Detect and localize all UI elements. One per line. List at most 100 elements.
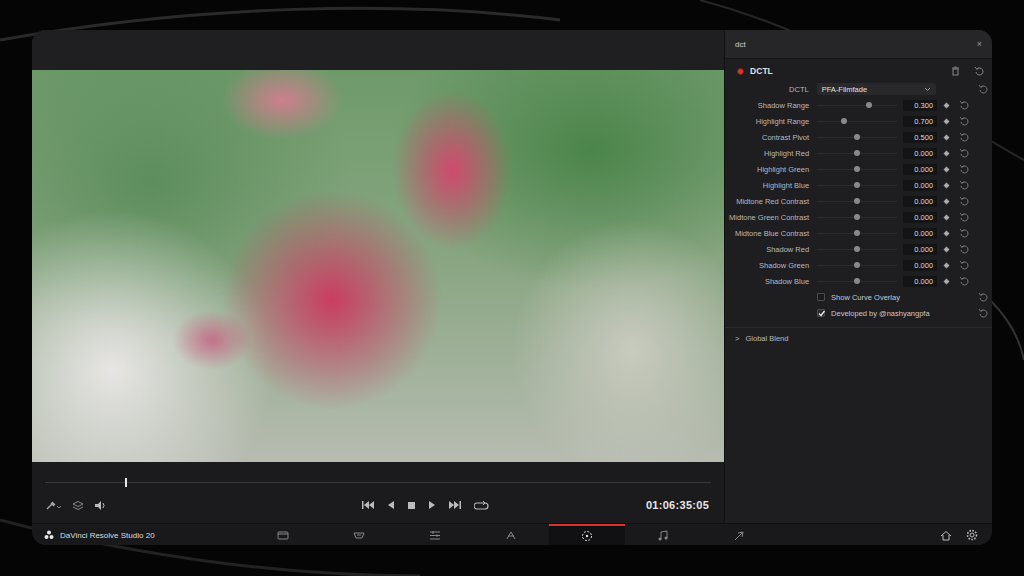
reset-icon[interactable] [978,84,988,94]
home-icon[interactable] [940,530,952,541]
reset-icon[interactable] [959,276,969,286]
dctl-dropdown[interactable]: PFA-Filmfade [817,83,936,95]
reset-icon[interactable] [959,260,969,270]
page-tab[interactable] [245,524,321,545]
fairlight-page-icon[interactable] [657,530,669,542]
value-field[interactable]: 0.000 [903,276,937,287]
page-tab[interactable] [321,524,397,545]
slider-knob[interactable] [854,246,860,252]
slider-knob[interactable] [854,214,860,220]
reset-icon[interactable] [959,116,969,126]
play-icon[interactable] [428,500,436,510]
keyframe-diamond-icon[interactable] [943,246,950,253]
slider-knob[interactable] [854,134,860,140]
search-field[interactable] [735,40,977,49]
value-field[interactable]: 0.000 [903,180,937,191]
reset-icon[interactable] [959,212,969,222]
reset-icon[interactable] [959,244,969,254]
reset-icon[interactable] [974,66,984,76]
reset-icon[interactable] [978,292,988,302]
slider-knob[interactable] [854,198,860,204]
slider-track[interactable] [817,233,897,234]
slider-knob[interactable] [854,182,860,188]
media-page-icon[interactable] [277,530,289,542]
page-tab[interactable] [397,524,473,545]
eyedropper-icon[interactable] [45,500,62,511]
slider-track[interactable] [817,185,897,186]
global-blend-section[interactable]: >Global Blend [725,327,992,349]
color-page-icon[interactable] [581,530,593,542]
clear-search-button[interactable]: × [977,39,982,49]
page-tab[interactable] [625,524,701,545]
slider-track[interactable] [817,169,897,170]
value-field[interactable]: 0.000 [903,148,937,159]
value-field[interactable]: 0.000 [903,228,937,239]
expand-arrow[interactable]: > [735,334,739,343]
value-field[interactable]: 0.300 [903,100,937,111]
value-field[interactable]: 0.000 [903,164,937,175]
slider-knob[interactable] [854,150,860,156]
playhead[interactable] [125,478,127,487]
page-tab[interactable] [549,524,625,545]
value-field[interactable]: 0.500 [903,132,937,143]
cut-page-icon[interactable] [353,530,365,542]
fusion-page-icon[interactable] [505,530,517,542]
reset-icon[interactable] [959,164,969,174]
reset-icon[interactable] [959,228,969,238]
keyframe-diamond-icon[interactable] [943,214,950,221]
deliver-page-icon[interactable] [733,530,745,542]
stop-icon[interactable] [407,501,416,510]
slider-knob[interactable] [854,166,860,172]
slider-knob[interactable] [854,262,860,268]
reset-icon[interactable] [978,308,988,318]
slider-track[interactable] [817,137,897,138]
reset-icon[interactable] [959,196,969,206]
edit-page-icon[interactable] [429,530,441,542]
keyframe-diamond-icon[interactable] [943,182,950,189]
slider-knob[interactable] [854,230,860,236]
go-to-start-icon[interactable] [361,500,375,510]
reset-icon[interactable] [959,180,969,190]
reset-icon[interactable] [959,100,969,110]
slider-track[interactable] [817,153,897,154]
slider-track[interactable] [817,217,897,218]
keyframe-diamond-icon[interactable] [943,150,950,157]
page-tab[interactable] [701,524,777,545]
value-field[interactable]: 0.000 [903,244,937,255]
keyframe-diamond-icon[interactable] [943,278,950,285]
play-reverse-icon[interactable] [387,500,395,510]
value-field[interactable]: 0.000 [903,196,937,207]
slider-track[interactable] [817,121,897,122]
slider-track[interactable] [817,201,897,202]
checkbox[interactable] [817,309,825,317]
slider-track[interactable] [817,105,897,106]
keyframe-diamond-icon[interactable] [943,166,950,173]
trash-icon[interactable] [951,66,960,76]
keyframe-diamond-icon[interactable] [943,102,950,109]
reset-icon[interactable] [959,148,969,158]
keyframe-diamond-icon[interactable] [943,118,950,125]
keyframe-diamond-icon[interactable] [943,134,950,141]
slider-track[interactable] [817,281,897,282]
slider-knob[interactable] [854,278,860,284]
go-to-end-icon[interactable] [448,500,462,510]
checkbox[interactable] [817,293,825,301]
layers-icon[interactable] [72,500,84,511]
keyframe-diamond-icon[interactable] [943,198,950,205]
scrubber-track[interactable] [45,482,711,483]
reset-icon[interactable] [959,132,969,142]
slider-track[interactable] [817,249,897,250]
keyframe-diamond-icon[interactable] [943,230,950,237]
page-tab[interactable] [473,524,549,545]
value-field[interactable]: 0.000 [903,260,937,271]
slider-knob[interactable] [866,102,872,108]
slider-knob[interactable] [841,118,847,124]
value-field[interactable]: 0.700 [903,116,937,127]
gear-icon[interactable] [966,529,978,541]
loop-icon[interactable] [474,500,489,511]
value-field[interactable]: 0.000 [903,212,937,223]
slider-track[interactable] [817,265,897,266]
speaker-icon[interactable] [94,500,106,511]
keyframe-diamond-icon[interactable] [943,262,950,269]
enable-toggle[interactable] [737,68,744,75]
